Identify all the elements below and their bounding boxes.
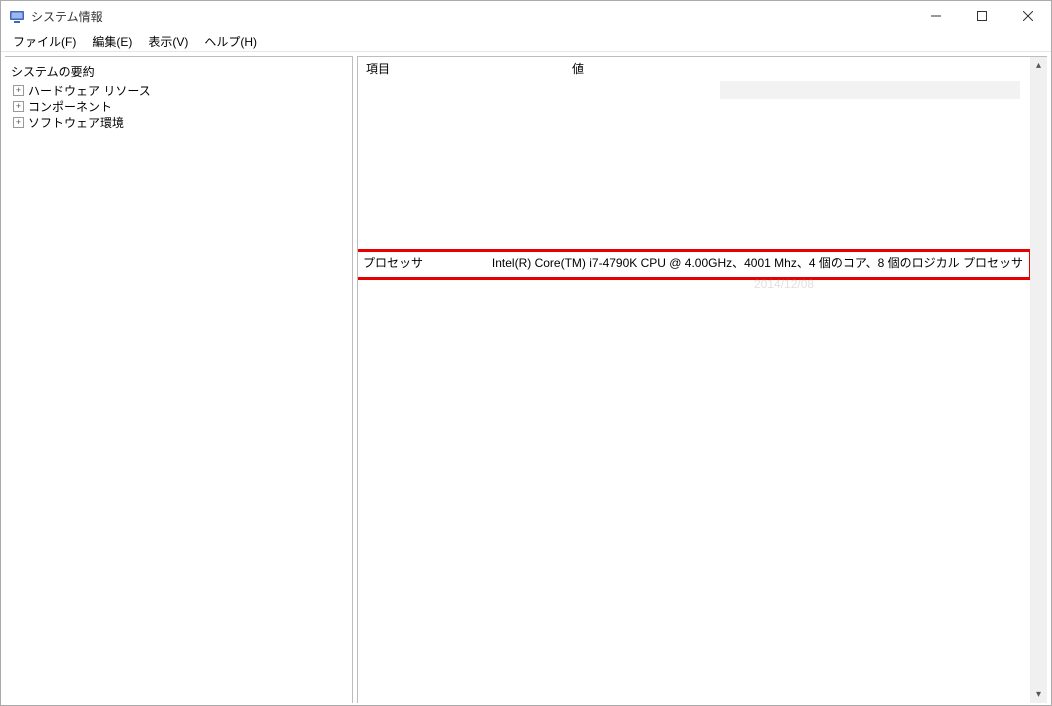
menu-file[interactable]: ファイル(F) xyxy=(5,31,84,52)
tree-item-hardware[interactable]: + ハードウェア リソース xyxy=(11,82,350,98)
tree-item-label: ハードウェア リソース xyxy=(28,82,151,99)
tree-root[interactable]: システムの要約 xyxy=(7,61,350,82)
expand-icon[interactable]: + xyxy=(13,101,24,112)
maximize-button[interactable] xyxy=(959,1,1005,31)
tree-item-label: ソフトウェア環境 xyxy=(28,114,124,131)
column-value[interactable]: 値 xyxy=(564,58,1030,79)
scroll-up-icon[interactable]: ▴ xyxy=(1030,57,1047,74)
tree-pane[interactable]: システムの要約 + ハードウェア リソース + コンポーネント + ソフトウェア… xyxy=(5,56,353,703)
system-info-window: システム情報 ファイル(F) 編集(E) 表示(V) ヘルプ(H) システムの xyxy=(0,0,1052,706)
redacted-block xyxy=(720,81,1020,99)
row-name: プロセッサ xyxy=(363,254,492,271)
window-buttons xyxy=(913,1,1051,31)
expand-icon[interactable]: + xyxy=(13,117,24,128)
tree-item-components[interactable]: + コンポーネント xyxy=(11,98,350,114)
tree-item-software[interactable]: + ソフトウェア環境 xyxy=(11,114,350,130)
menu-view[interactable]: 表示(V) xyxy=(140,31,196,52)
tree-item-label: コンポーネント xyxy=(28,98,112,115)
vertical-scrollbar[interactable]: ▴ ▾ xyxy=(1030,57,1047,703)
expand-icon[interactable]: + xyxy=(13,85,24,96)
column-headers: 項目 値 xyxy=(358,57,1030,79)
detail-wrap: 項目 値 プロセッサ Intel(R) Core(TM) i7-4790K CP… xyxy=(357,56,1047,703)
app-icon xyxy=(9,8,25,24)
tree-children: + ハードウェア リソース + コンポーネント + ソフトウェア環境 xyxy=(7,82,350,130)
column-item[interactable]: 項目 xyxy=(358,58,564,79)
tree: システムの要約 + ハードウェア リソース + コンポーネント + ソフトウェア… xyxy=(5,57,352,134)
close-button[interactable] xyxy=(1005,1,1051,31)
menu-help[interactable]: ヘルプ(H) xyxy=(196,31,265,52)
scroll-down-icon[interactable]: ▾ xyxy=(1030,686,1047,703)
body-split: システムの要約 + ハードウェア リソース + コンポーネント + ソフトウェア… xyxy=(1,52,1051,705)
menu-edit[interactable]: 編集(E) xyxy=(84,31,140,52)
scroll-track[interactable] xyxy=(1030,74,1047,686)
row-value: Intel(R) Core(TM) i7-4790K CPU @ 4.00GHz… xyxy=(492,254,1023,271)
processor-row[interactable]: プロセッサ Intel(R) Core(TM) i7-4790K CPU @ 4… xyxy=(363,254,1023,271)
titlebar[interactable]: システム情報 xyxy=(1,1,1051,31)
menubar: ファイル(F) 編集(E) 表示(V) ヘルプ(H) xyxy=(1,31,1051,52)
ghost-date: 2014/12/08 xyxy=(754,277,814,291)
processor-row-highlight: プロセッサ Intel(R) Core(TM) i7-4790K CPU @ 4… xyxy=(358,249,1030,280)
window-title: システム情報 xyxy=(31,8,103,25)
detail-pane[interactable]: 項目 値 プロセッサ Intel(R) Core(TM) i7-4790K CP… xyxy=(358,57,1030,703)
minimize-button[interactable] xyxy=(913,1,959,31)
